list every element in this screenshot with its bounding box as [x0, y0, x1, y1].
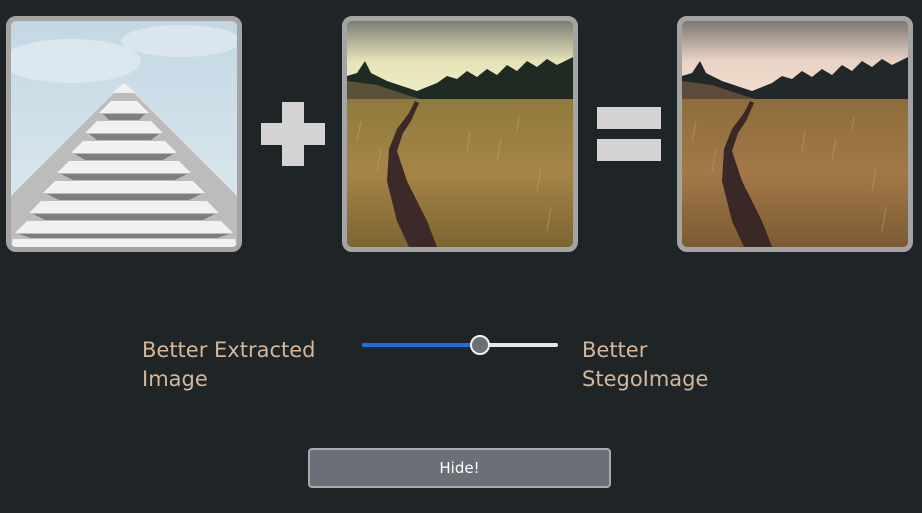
hide-button[interactable]: Hide!	[308, 448, 611, 488]
meadow-path-stego-photo	[682, 21, 908, 247]
stego-image	[677, 16, 913, 252]
equals-icon	[597, 107, 661, 161]
better-stego-label: Better StegoImage	[582, 338, 709, 391]
slider-thumb[interactable]	[470, 335, 490, 355]
building-photo	[11, 21, 237, 247]
quality-slider[interactable]	[362, 332, 560, 358]
plus-icon	[261, 102, 325, 166]
secret-image	[342, 16, 578, 252]
steganography-app: Better Extracted Image Better StegoImage…	[0, 0, 922, 513]
meadow-path-photo	[347, 21, 573, 247]
better-extracted-label: Better Extracted Image	[142, 338, 316, 391]
slider-fill	[362, 343, 480, 347]
cover-image	[6, 16, 242, 252]
